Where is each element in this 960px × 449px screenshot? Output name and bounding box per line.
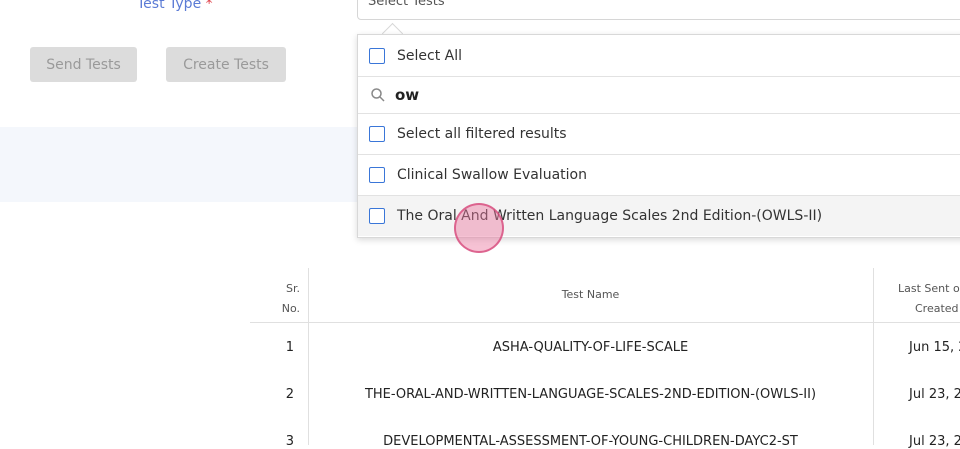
select-all-filtered-checkbox[interactable] xyxy=(369,126,385,142)
select-all-filtered-label: Select all filtered results xyxy=(397,126,567,142)
search-icon xyxy=(371,88,385,102)
option-checkbox[interactable] xyxy=(369,208,385,224)
row-last-sent: Jul 23, 2 xyxy=(909,387,960,402)
row-last-sent: Jul 23, 2 xyxy=(909,434,960,449)
row-test-name: THE-ORAL-AND-WRITTEN-LANGUAGE-SCALES-2ND… xyxy=(364,387,817,402)
click-indicator xyxy=(454,203,504,253)
option-clinical-swallow[interactable]: Clinical Swallow Evaluation xyxy=(358,155,960,196)
row-sr: 1 xyxy=(285,340,294,355)
create-tests-button[interactable]: Create Tests xyxy=(166,47,286,82)
row-sr: 3 xyxy=(285,434,294,449)
test-select-dropdown: Select All ow Select all filtered result… xyxy=(357,34,960,238)
option-label: Clinical Swallow Evaluation xyxy=(397,167,587,183)
header-divider xyxy=(250,322,960,323)
test-select-field[interactable]: Select Tests xyxy=(357,0,960,20)
header-sr-no: Sr. No. xyxy=(281,282,300,315)
option-owls-ii[interactable]: The Oral And Written Language Scales 2nd… xyxy=(358,196,960,236)
row-test-name: ASHA-QUALITY-OF-LIFE-SCALE xyxy=(492,340,689,355)
row-test-name: DEVELOPMENTAL-ASSESSMENT-OF-YOUNG-CHILDR… xyxy=(383,434,798,449)
header-test-name: Test Name xyxy=(561,288,620,301)
send-tests-button[interactable]: Send Tests xyxy=(30,47,137,82)
select-all-label: Select All xyxy=(397,47,462,64)
dropdown-search[interactable]: ow xyxy=(358,77,960,114)
column-divider xyxy=(873,268,874,445)
select-all-checkbox[interactable] xyxy=(369,47,385,64)
select-all-filtered-option[interactable]: Select all filtered results xyxy=(358,114,960,155)
search-input[interactable]: ow xyxy=(395,86,419,104)
select-all-option[interactable]: Select All xyxy=(358,35,960,77)
row-sr: 2 xyxy=(285,387,294,402)
header-last-sent: Last Sent o Created xyxy=(898,282,960,315)
row-last-sent: Jun 15, 2 xyxy=(909,340,960,355)
required-mark: * xyxy=(205,0,213,12)
test-select-placeholder: Select Tests xyxy=(368,0,445,9)
test-type-label: Test Type * xyxy=(137,0,213,12)
option-checkbox[interactable] xyxy=(369,167,385,183)
